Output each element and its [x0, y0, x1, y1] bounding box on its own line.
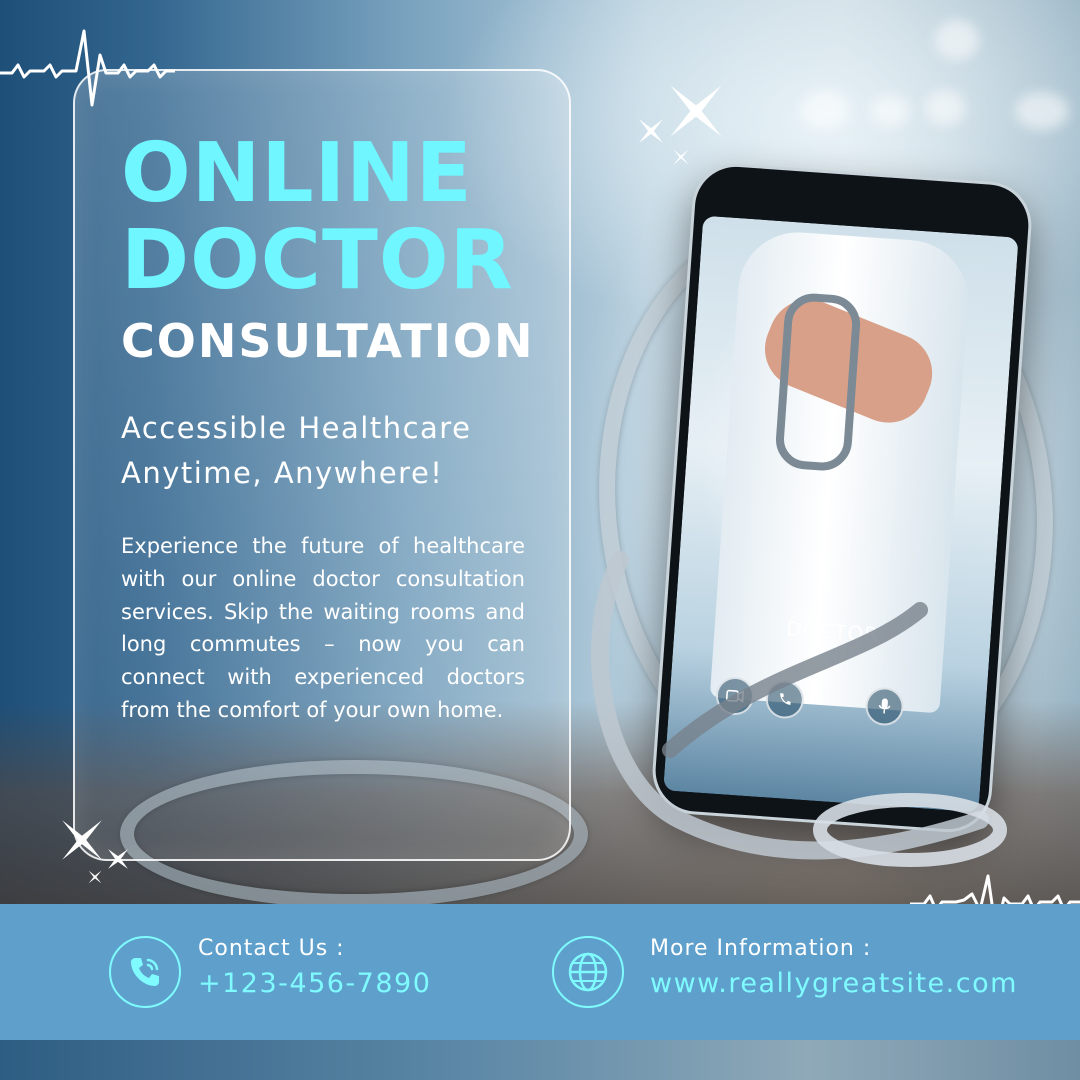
sparkle-icon — [108, 849, 128, 869]
info-label: More Information : — [650, 936, 872, 961]
heartbeat-line-icon — [0, 29, 175, 107]
contact-phone-link[interactable]: +123-456-7890 — [198, 970, 431, 997]
sparkle-icon — [670, 85, 722, 137]
bokeh-light — [870, 95, 910, 127]
sparkle-icon — [673, 149, 689, 165]
globe-icon — [552, 936, 624, 1008]
stethoscope-icon — [773, 291, 863, 473]
bokeh-light — [800, 90, 850, 130]
headline-doctor: DOCTOR — [121, 213, 514, 308]
description-paragraph: Experience the future of healthcare with… — [121, 534, 525, 722]
bokeh-light — [1015, 92, 1069, 130]
phone-icon — [109, 936, 181, 1008]
sparkle-icon — [638, 118, 664, 144]
bokeh-light — [935, 20, 979, 60]
headline-online: ONLINE — [121, 126, 473, 221]
headline-consultation: CONSULTATION — [121, 314, 535, 368]
contact-label: Contact Us : — [198, 936, 345, 961]
bokeh-light — [925, 90, 965, 126]
footer-bottom-strip — [0, 1040, 1080, 1080]
stethoscope-front — [591, 551, 1007, 867]
sparkle-icon — [62, 820, 102, 860]
sparkle-icon — [88, 870, 102, 884]
website-link[interactable]: www.reallygreatsite.com — [650, 970, 1018, 997]
tagline: Accessible Healthcare Anytime, Anywhere! — [121, 411, 472, 490]
